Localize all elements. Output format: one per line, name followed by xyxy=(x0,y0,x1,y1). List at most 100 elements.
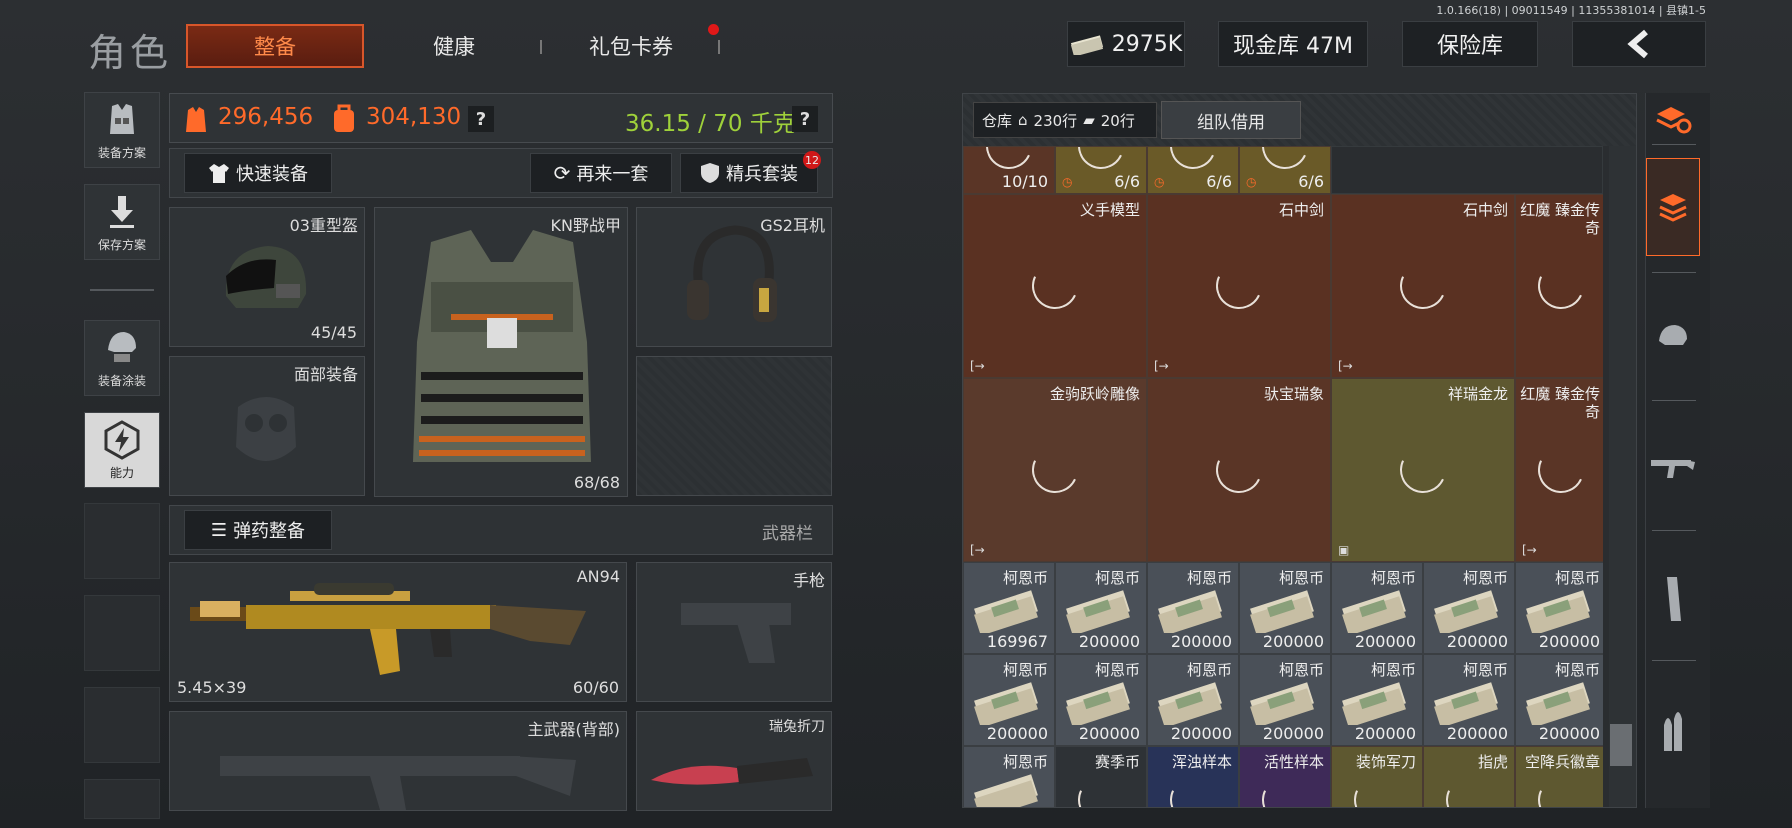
item-cell[interactable]: ◷ 6/6 xyxy=(1147,146,1239,194)
cash-stack-icon xyxy=(974,774,1038,807)
empty-cell[interactable] xyxy=(1331,146,1603,194)
cash-stack-icon xyxy=(1342,682,1406,725)
category-weapons[interactable] xyxy=(1646,432,1700,498)
empty-slot[interactable] xyxy=(84,595,160,671)
empty-gear-slot[interactable] xyxy=(636,356,832,496)
tab-gift[interactable]: 礼包卡券 xyxy=(576,24,686,68)
empty-slot[interactable] xyxy=(84,503,160,579)
item-cell[interactable]: 赛季币 xyxy=(1055,746,1147,807)
back-weapon-slot[interactable]: 主武器(背部) xyxy=(169,711,627,811)
helmet-paint-icon xyxy=(108,332,136,362)
home-icon: ⌂ xyxy=(1018,111,1028,129)
scrollbar-thumb[interactable] xyxy=(1610,724,1632,766)
empty-slot[interactable] xyxy=(84,779,160,819)
coin-cell[interactable]: 柯恩币 200000 xyxy=(1239,562,1331,654)
box-icon: ▣ xyxy=(1338,543,1350,557)
divider xyxy=(1652,272,1696,273)
value-help-button[interactable]: ? xyxy=(468,106,494,132)
coin-cell[interactable]: 柯恩币 200000 xyxy=(1331,562,1423,654)
empty-slot[interactable] xyxy=(84,687,160,763)
team-borrow-button[interactable]: 组队借用 xyxy=(1161,101,1301,139)
item-cell[interactable]: 10/10 xyxy=(963,146,1055,194)
stack-refresh-icon xyxy=(1656,107,1692,134)
category-ammo[interactable] xyxy=(1646,560,1700,640)
coin-cell[interactable]: 柯恩币 200000 xyxy=(963,654,1055,746)
loading-icon xyxy=(1393,256,1453,316)
weight-text: 36.15 / 70 千克 xyxy=(625,111,796,137)
item-cell[interactable]: 金驹跃岭雕像 [→ xyxy=(963,378,1147,562)
back-button[interactable] xyxy=(1572,21,1706,67)
cash-stack-icon xyxy=(974,682,1038,725)
coin-cell[interactable]: 柯恩币 200000 xyxy=(1055,654,1147,746)
coin-cell[interactable]: 柯恩币 200000 xyxy=(1515,654,1603,746)
coin-cell[interactable]: 柯恩币 200000 xyxy=(1239,654,1331,746)
gear-value: 296,456 xyxy=(218,104,314,130)
item-cell[interactable]: 红魔 臻金传奇 xyxy=(1515,194,1603,378)
item-cell[interactable]: 石中剑 [→ xyxy=(1331,194,1515,378)
cash-stack-icon xyxy=(1066,682,1130,725)
knife-slot[interactable]: 瑞兔折刀 xyxy=(636,711,832,811)
safe-button[interactable]: 保险库 xyxy=(1402,21,1538,67)
coin-cell[interactable]: 柯恩币 200000 xyxy=(1055,562,1147,654)
face-slot[interactable]: 面部装备 xyxy=(169,356,365,496)
warehouse-info: 仓库 ⌂ 230行 ▰ 20行 xyxy=(973,102,1157,138)
coin-cell[interactable]: 柯恩币 200000 xyxy=(1147,562,1239,654)
category-all[interactable] xyxy=(1646,158,1700,256)
coin-cell[interactable]: 柯恩币 200000 xyxy=(1147,654,1239,746)
ammo-icon: ☰ xyxy=(210,519,228,541)
item-cell[interactable]: 红魔 臻金传奇 [→ xyxy=(1515,378,1603,562)
primary-weapon-slot[interactable]: AN94 5.45×39 60/60 xyxy=(169,562,627,702)
armor-slot[interactable]: KN野战甲 68/68 xyxy=(374,207,628,497)
again-button[interactable]: ⟳ 再来一套 xyxy=(530,153,672,193)
elite-set-button[interactable]: 精兵套装 xyxy=(680,153,818,193)
divider xyxy=(1652,400,1696,401)
tab-equip[interactable]: 整备 xyxy=(186,24,364,68)
item-cell[interactable]: 祥瑞金龙 ▣ xyxy=(1331,378,1515,562)
timer-icon: ◷ xyxy=(1246,175,1257,189)
item-cell[interactable]: 驮宝瑞象 xyxy=(1147,378,1331,562)
gas-mask-icon xyxy=(236,397,296,461)
category-bullets[interactable] xyxy=(1646,690,1700,770)
item-cell[interactable]: 指虎 xyxy=(1423,746,1515,807)
page-title: 角色 xyxy=(88,31,173,75)
coin-cell[interactable]: 柯恩币 200000 xyxy=(1515,562,1603,654)
coin-cell[interactable]: 柯恩币 200000 xyxy=(1331,654,1423,746)
cash-stack-icon xyxy=(1526,590,1590,633)
coin-cell[interactable]: 柯恩币 169967 xyxy=(963,562,1055,654)
pistol-slot[interactable]: 手枪 xyxy=(636,562,832,702)
item-cell[interactable]: 装饰军刀 xyxy=(1331,746,1423,807)
grid-content: 10/10 ◷ 6/6 ◷ 6/6 ◷ 6/6 义手模型 [→ 石中剑 [→ 石… xyxy=(963,146,1603,807)
loading-icon xyxy=(1439,770,1499,807)
pistol-icon xyxy=(681,603,791,663)
weight-help-button[interactable]: ? xyxy=(792,106,818,132)
cash-stack-icon xyxy=(1434,590,1498,633)
item-cell[interactable]: 义手模型 [→ xyxy=(963,194,1147,378)
ability-button[interactable]: 能力 xyxy=(84,412,160,488)
notification-dot xyxy=(708,24,719,35)
loading-icon xyxy=(1209,256,1269,316)
item-cell[interactable]: 活性样本 xyxy=(1239,746,1331,807)
helmet-slot[interactable]: 03重型盔 45/45 xyxy=(169,207,365,347)
tab-health[interactable]: 健康 xyxy=(404,24,504,68)
coin-cell[interactable]: 柯恩币 200000 xyxy=(1423,654,1515,746)
item-cell[interactable]: 浑浊样本 xyxy=(1147,746,1239,807)
headset-slot[interactable]: GS2耳机 xyxy=(636,207,832,347)
refresh-icon: ⟳ xyxy=(553,161,571,185)
skin-button[interactable]: 装备涂装 xyxy=(84,320,160,396)
category-armor[interactable] xyxy=(1646,304,1700,370)
save-plan-button[interactable]: 保存方案 xyxy=(84,184,160,260)
sort-button[interactable] xyxy=(1646,86,1700,152)
ammo-button[interactable]: ☰ 弹药整备 xyxy=(184,510,332,550)
scroll-track[interactable] xyxy=(1609,146,1636,807)
vault-button[interactable]: 现金库 47M xyxy=(1218,21,1368,67)
item-cell[interactable]: 空降兵徽章 xyxy=(1515,746,1603,807)
loadout-plan-button[interactable]: 装备方案 xyxy=(84,92,160,168)
item-cell[interactable]: 石中剑 [→ xyxy=(1147,194,1331,378)
cash-display[interactable]: 2975K xyxy=(1067,21,1185,67)
item-cell[interactable]: ◷ 6/6 xyxy=(1239,146,1331,194)
quick-equip-button[interactable]: 快速装备 xyxy=(184,153,332,193)
cash-stack-icon xyxy=(1434,682,1498,725)
item-cell[interactable]: 柯恩币 xyxy=(963,746,1055,807)
coin-cell[interactable]: 柯恩币 200000 xyxy=(1423,562,1515,654)
item-cell[interactable]: ◷ 6/6 xyxy=(1055,146,1147,194)
